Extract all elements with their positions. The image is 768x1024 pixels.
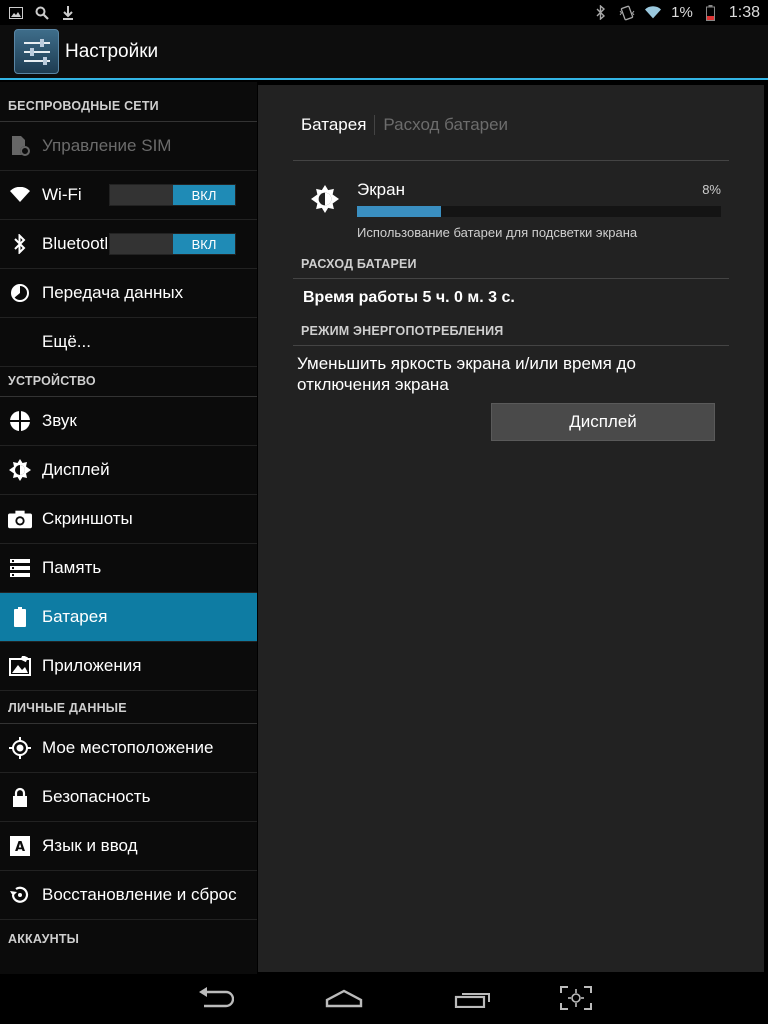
screen-usage-row[interactable]: Экран 8% Использование батареи для подсв… bbox=[293, 175, 729, 245]
sidebar-item-label: Wi-Fi bbox=[42, 185, 82, 204]
sidebar-item-label: Дисплей bbox=[42, 460, 110, 479]
action-bar: Настройки bbox=[0, 25, 768, 80]
screen-usage-percent: 8% bbox=[702, 182, 721, 197]
wifi-icon bbox=[8, 183, 32, 207]
status-bar: 1% 1:38 bbox=[0, 0, 768, 25]
settings-list[interactable]: БЕСПРОВОДНЫЕ СЕТИ Управление SIM Wi-Fi В… bbox=[0, 82, 257, 974]
back-button[interactable] bbox=[196, 985, 236, 1015]
bluetooth-toggle[interactable]: ВКЛ bbox=[109, 233, 236, 255]
wifi-icon bbox=[645, 5, 662, 21]
back-icon bbox=[198, 986, 235, 1014]
section-header-personal: ЛИЧНЫЕ ДАННЫЕ bbox=[0, 691, 257, 724]
screen-usage-bar bbox=[357, 206, 721, 217]
sidebar-item-location[interactable]: Мое местоположение bbox=[0, 724, 257, 773]
sidebar-item-label: Bluetooth bbox=[42, 234, 107, 253]
divider bbox=[293, 278, 729, 279]
sidebar-item-label: Язык и ввод bbox=[42, 836, 138, 855]
screen-usage-description: Использование батареи для подсветки экра… bbox=[357, 225, 638, 240]
breadcrumb-battery-usage[interactable]: Расход батареи bbox=[375, 115, 508, 135]
lock-icon bbox=[8, 785, 32, 809]
sim-settings-icon bbox=[8, 134, 32, 158]
sidebar-item-apps[interactable]: Приложения bbox=[0, 642, 257, 691]
breadcrumb-battery[interactable]: Батарея bbox=[301, 115, 376, 135]
location-icon bbox=[8, 736, 32, 760]
battery-icon bbox=[703, 4, 719, 21]
sound-icon bbox=[8, 409, 32, 433]
camera-icon bbox=[8, 507, 32, 531]
download-icon bbox=[60, 5, 76, 21]
home-button[interactable] bbox=[324, 985, 364, 1015]
sidebar-item-more[interactable]: Ещё... bbox=[0, 318, 257, 367]
toggle-on-label: ВКЛ bbox=[173, 185, 235, 205]
language-icon: A bbox=[8, 834, 32, 858]
gallery-icon bbox=[8, 5, 24, 21]
sidebar-item-label: Восстановление и сброс bbox=[42, 885, 237, 904]
toggle-on-label: ВКЛ bbox=[173, 234, 235, 254]
sidebar-item-label: Безопасность bbox=[42, 787, 151, 806]
brightness-icon bbox=[311, 185, 339, 213]
sidebar-item-screenshots[interactable]: Скриншоты bbox=[0, 495, 257, 544]
sidebar-item-label: Память bbox=[42, 558, 102, 577]
battery-icon bbox=[8, 605, 32, 629]
vibrate-icon bbox=[619, 5, 635, 21]
sidebar-item-label: Передача данных bbox=[42, 283, 184, 302]
storage-icon bbox=[8, 556, 32, 580]
sidebar-item-label: Приложения bbox=[42, 656, 142, 675]
sidebar-item-sim[interactable]: Управление SIM bbox=[0, 122, 257, 171]
restore-icon bbox=[8, 883, 32, 907]
battery-usage-header: РАСХОД БАТАРЕИ bbox=[301, 257, 417, 271]
data-usage-icon bbox=[8, 281, 32, 305]
screenshot-icon bbox=[559, 985, 593, 1016]
sidebar-item-restore[interactable]: Восстановление и сброс bbox=[0, 871, 257, 920]
settings-app-icon[interactable] bbox=[14, 29, 59, 74]
bluetooth-icon bbox=[8, 232, 32, 256]
svg-text:A: A bbox=[15, 840, 25, 855]
power-mode-description: Уменьшить яркость экрана и/или время до … bbox=[297, 354, 636, 394]
bluetooth-icon bbox=[593, 5, 609, 21]
sidebar-item-security[interactable]: Безопасность bbox=[0, 773, 257, 822]
sidebar-item-label: Батарея bbox=[42, 607, 108, 626]
recents-icon bbox=[454, 988, 492, 1013]
sidebar-item-language[interactable]: A Язык и ввод bbox=[0, 822, 257, 871]
sidebar-item-sound[interactable]: Звук bbox=[0, 397, 257, 446]
sidebar-item-label: Скриншоты bbox=[42, 509, 133, 528]
battery-detail-pane: Батарея Расход батареи Экран 8% Использо… bbox=[258, 85, 764, 972]
uptime-text: Время работы 5 ч. 0 м. 3 с. bbox=[303, 289, 515, 306]
breadcrumb: Батарея Расход батареи bbox=[301, 115, 508, 135]
section-header-accounts: АККАУНТЫ bbox=[8, 932, 80, 946]
sidebar-item-bluetooth[interactable]: Bluetooth ВКЛ bbox=[0, 220, 257, 269]
clock: 1:38 bbox=[728, 3, 760, 21]
display-icon bbox=[8, 458, 32, 482]
divider bbox=[293, 345, 729, 346]
screenshot-button[interactable] bbox=[556, 985, 596, 1015]
app-title: Настройки bbox=[65, 40, 159, 62]
search-icon bbox=[34, 5, 50, 21]
sidebar-item-display[interactable]: Дисплей bbox=[0, 446, 257, 495]
home-icon bbox=[325, 988, 363, 1013]
sidebar-item-battery[interactable]: Батарея bbox=[0, 593, 257, 642]
screen-usage-title: Экран bbox=[357, 180, 405, 199]
sidebar-item-label: Ещё... bbox=[42, 332, 91, 351]
sidebar-item-label: Мое местоположение bbox=[42, 738, 214, 757]
sidebar-item-wifi[interactable]: Wi-Fi ВКЛ bbox=[0, 171, 257, 220]
sidebar-item-data-usage[interactable]: Передача данных bbox=[0, 269, 257, 318]
recents-button[interactable] bbox=[453, 985, 493, 1015]
power-mode-header: РЕЖИМ ЭНЕРГОПОТРЕБЛЕНИЯ bbox=[301, 324, 504, 338]
sidebar-item-label: Управление SIM bbox=[42, 136, 172, 155]
apps-icon bbox=[8, 654, 32, 678]
system-icons: 1% 1:38 bbox=[593, 4, 760, 22]
display-settings-button[interactable]: Дисплей bbox=[491, 403, 715, 441]
navigation-bar bbox=[0, 975, 768, 1024]
section-header-device: УСТРОЙСТВО bbox=[0, 367, 257, 397]
sidebar-item-storage[interactable]: Память bbox=[0, 544, 257, 593]
section-header-wireless: БЕСПРОВОДНЫЕ СЕТИ bbox=[0, 82, 257, 122]
wifi-toggle[interactable]: ВКЛ bbox=[109, 184, 236, 206]
notification-icons bbox=[8, 5, 76, 21]
sidebar-item-label: Звук bbox=[42, 411, 77, 430]
screen-usage-bar-fill bbox=[357, 206, 441, 217]
battery-percent: 1% bbox=[671, 4, 693, 21]
divider bbox=[293, 160, 729, 161]
